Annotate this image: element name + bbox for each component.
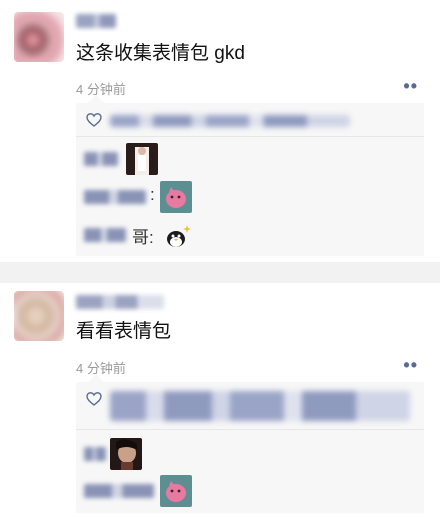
- author-name[interactable]: [76, 14, 116, 28]
- commenter-name[interactable]: [84, 447, 106, 461]
- penguin-sticker-icon[interactable]: [162, 219, 194, 251]
- more-actions-button[interactable]: ••: [403, 356, 418, 374]
- liker-names[interactable]: [110, 391, 410, 421]
- avatar[interactable]: [14, 291, 64, 341]
- post-separator: [0, 262, 440, 283]
- moment-post: 这条收集表情包 gkd 4 分钟前 •• : 哥:: [0, 0, 440, 262]
- heart-icon: [86, 113, 102, 127]
- like-row: [76, 103, 424, 137]
- heart-icon: [86, 392, 102, 406]
- pink-cat-sticker-icon[interactable]: [160, 475, 192, 507]
- avatar[interactable]: [14, 12, 64, 62]
- like-row: [76, 382, 424, 430]
- liker-names[interactable]: [110, 115, 350, 127]
- post-text: 这条收集表情包 gkd: [76, 43, 245, 64]
- pink-cat-sticker-icon[interactable]: [160, 181, 192, 213]
- post-text: 看看表情包: [76, 321, 172, 342]
- photo-sticker-icon[interactable]: [126, 143, 158, 175]
- author-name[interactable]: [76, 295, 164, 309]
- interaction-panel: : 哥:: [76, 95, 424, 256]
- commenter-name[interactable]: [84, 190, 146, 204]
- commenter-name[interactable]: [84, 152, 118, 166]
- interaction-panel: [76, 374, 424, 513]
- dark-photo-sticker-icon[interactable]: [110, 438, 142, 470]
- moment-post: 看看表情包 4 分钟前 ••: [0, 283, 440, 517]
- comment-colon: :: [150, 185, 155, 204]
- commenter-name[interactable]: [84, 228, 126, 242]
- more-actions-button[interactable]: ••: [403, 77, 418, 95]
- comment-colon: 哥:: [132, 228, 154, 247]
- commenter-name[interactable]: [84, 484, 154, 498]
